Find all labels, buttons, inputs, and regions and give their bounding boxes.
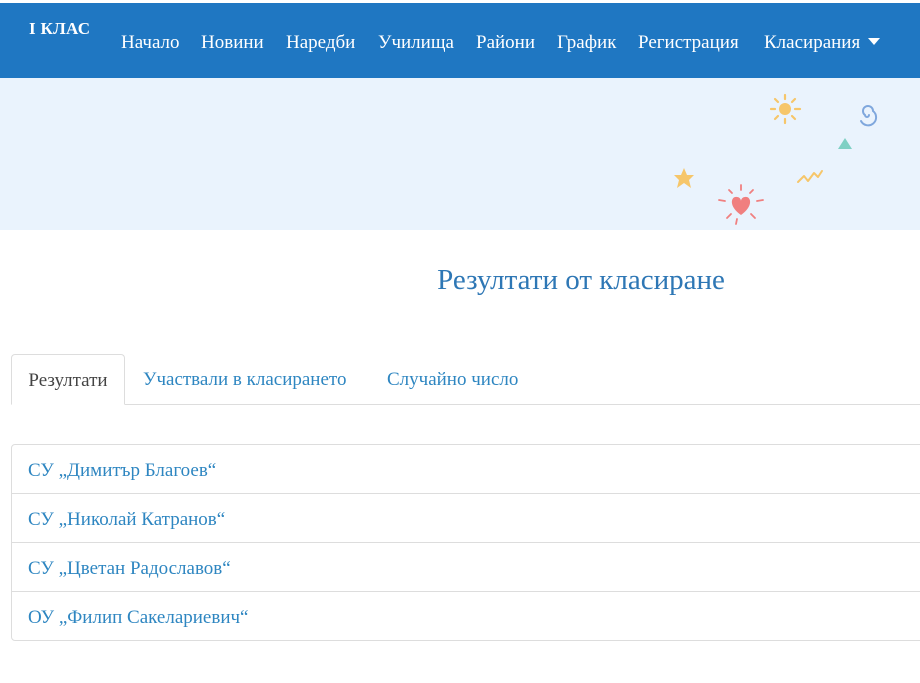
tab-results[interactable]: Резултати bbox=[11, 354, 125, 405]
tab-participants[interactable]: Участвали в класирането bbox=[143, 354, 346, 403]
results-tabs: Резултати Участвали в класирането Случай… bbox=[11, 354, 920, 405]
list-item[interactable]: СУ „Димитър Благоев“ bbox=[12, 445, 920, 494]
list-item[interactable]: ОУ „Филип Сакелариевич“ bbox=[12, 592, 920, 640]
heart-icon bbox=[718, 184, 764, 225]
triangle-icon bbox=[838, 138, 852, 149]
nav-item-registration[interactable]: Регистрация bbox=[638, 32, 739, 54]
nav-item-regulations[interactable]: Наредби bbox=[286, 32, 355, 54]
list-item[interactable]: СУ „Николай Катранов“ bbox=[12, 494, 920, 543]
list-item[interactable]: СУ „Цветан Радославов“ bbox=[12, 543, 920, 592]
nav-item-rankings-label: Класирания bbox=[764, 32, 861, 53]
nav-item-schedule[interactable]: График bbox=[557, 32, 616, 54]
tab-random-number[interactable]: Случайно число bbox=[387, 354, 518, 403]
sun-icon bbox=[769, 93, 802, 125]
spiral-icon bbox=[860, 105, 878, 127]
brand-logo[interactable]: I КЛАС bbox=[29, 19, 90, 39]
nav-item-home[interactable]: Начало bbox=[121, 32, 180, 54]
hero-banner bbox=[0, 78, 920, 230]
top-navbar: I КЛАС Начало Новини Наредби Училища Рай… bbox=[0, 3, 920, 78]
nav-item-districts[interactable]: Райони bbox=[476, 32, 535, 54]
caret-down-icon bbox=[868, 38, 881, 45]
nav-item-news[interactable]: Новини bbox=[201, 32, 264, 54]
page-title: Резултати от класиране bbox=[437, 264, 725, 296]
school-list: СУ „Димитър Благоев“ СУ „Николай Катрано… bbox=[11, 444, 920, 641]
nav-item-rankings-dropdown[interactable]: Класирания bbox=[764, 32, 881, 54]
star-icon bbox=[674, 168, 694, 188]
zigzag-icon bbox=[797, 170, 823, 183]
nav-item-schools[interactable]: Училища bbox=[378, 32, 454, 54]
